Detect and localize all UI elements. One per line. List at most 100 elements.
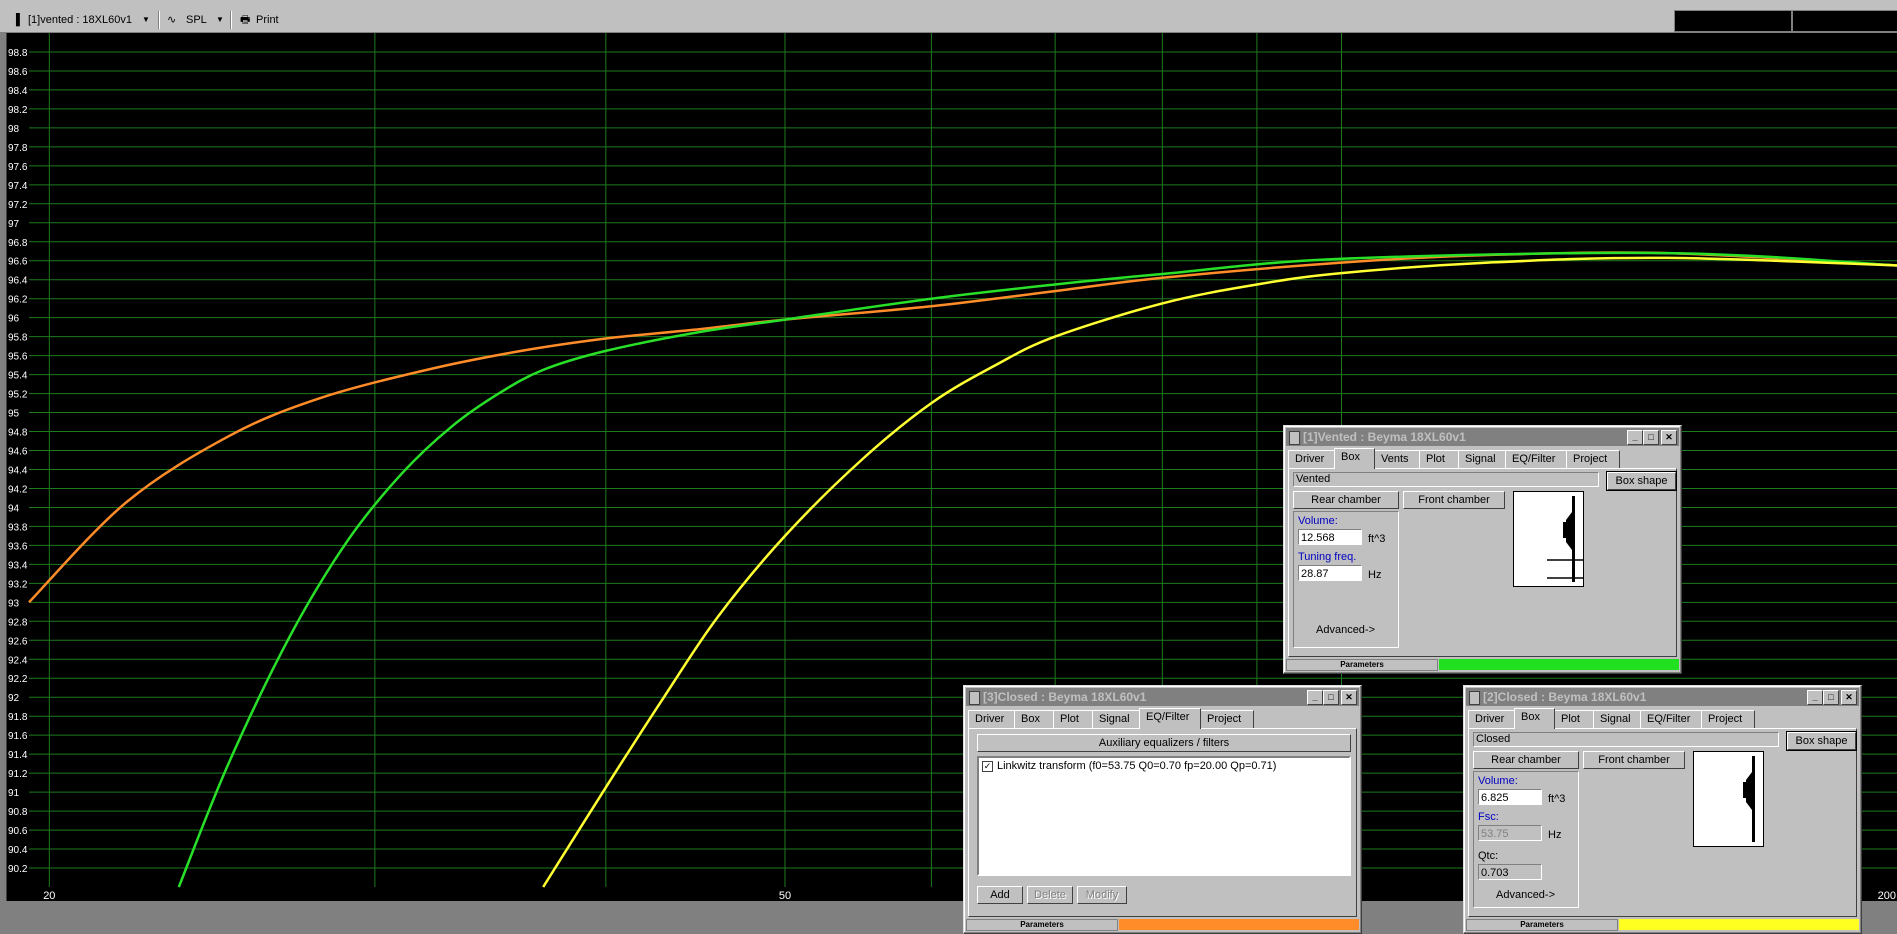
y-tick-label: 96.2 — [8, 295, 28, 306]
y-tick-label: 97.2 — [8, 200, 28, 211]
window-icon — [969, 691, 980, 705]
tab-box[interactable]: Box — [1014, 710, 1054, 728]
vented-box-svg — [1547, 496, 1583, 582]
y-tick-label: 94.4 — [8, 465, 28, 476]
filter-list[interactable]: ✓ Linkwitz transform (f0=53.75 Q0=0.70 f… — [977, 756, 1351, 876]
front-chamber-button[interactable]: Front chamber — [1583, 751, 1685, 769]
y-tick-label: 95.4 — [8, 371, 28, 382]
y-tick-label: 97.6 — [8, 162, 28, 173]
print-button[interactable]: Print — [256, 11, 286, 29]
advanced-link[interactable]: Advanced-> — [1316, 624, 1375, 636]
maximize-icon[interactable]: □ — [1643, 430, 1659, 445]
y-tick-label: 96.8 — [8, 238, 28, 249]
window-icon — [1289, 431, 1300, 445]
tab-box[interactable]: Box — [1334, 448, 1375, 469]
tab-eq-filter[interactable]: EQ/Filter — [1640, 710, 1702, 728]
volume-unit: ft^3 — [1548, 793, 1566, 805]
volume-input[interactable]: 12.568 — [1298, 529, 1362, 545]
front-chamber-button[interactable]: Front chamber — [1403, 491, 1505, 509]
tab-project[interactable]: Project — [1566, 450, 1620, 468]
y-tick-label: 91.8 — [8, 712, 28, 723]
volume-input[interactable]: 6.825 — [1478, 789, 1542, 805]
tab-vents[interactable]: Vents — [1374, 450, 1420, 468]
filter-checkbox[interactable]: ✓ — [982, 761, 993, 772]
window-title: [1]Vented : Beyma 18XL60v1 — [1303, 430, 1466, 444]
y-tick-label: 97.8 — [8, 143, 28, 154]
plot-select[interactable]: SPL — [186, 11, 214, 29]
closed3-window-titlebar[interactable]: [3]Closed : Beyma 18XL60v1 _ □ ✕ — [966, 688, 1359, 706]
tab-signal[interactable]: Signal — [1458, 450, 1506, 468]
rear-chamber-button[interactable]: Rear chamber — [1473, 751, 1579, 769]
tab-driver[interactable]: Driver — [1468, 710, 1515, 728]
delete-button[interactable]: Delete — [1027, 886, 1073, 904]
close-icon[interactable]: ✕ — [1661, 430, 1677, 445]
y-tick-label: 96.4 — [8, 276, 28, 287]
y-tick-label: 93.4 — [8, 560, 28, 571]
y-tick-label: 91.6 — [8, 731, 28, 742]
x-tick-label: 200 — [1878, 890, 1896, 901]
readout-box — [1792, 10, 1897, 32]
modify-button[interactable]: Modify — [1077, 886, 1127, 904]
y-tick-label: 94.8 — [8, 428, 28, 439]
tab-plot[interactable]: Plot — [1419, 450, 1459, 468]
y-tick-label: 95 — [8, 409, 20, 420]
tab-signal[interactable]: Signal — [1092, 710, 1140, 728]
y-tick-label: 90.4 — [8, 845, 28, 856]
chevron-down-icon[interactable]: ▼ — [215, 13, 225, 27]
parameters-label: Parameters — [1286, 659, 1438, 671]
tab-box[interactable]: Box — [1514, 708, 1555, 729]
tab-eq-filter[interactable]: EQ/Filter — [1505, 450, 1567, 468]
y-tick-label: 98.2 — [8, 105, 28, 116]
x-tick-label: 20 — [43, 890, 55, 901]
tab-plot[interactable]: Plot — [1053, 710, 1093, 728]
volume-label: Volume: — [1478, 775, 1518, 787]
parameters-label: Parameters — [1466, 919, 1618, 931]
status-bar: Parameters — [966, 919, 1359, 931]
tuning-freq-unit: Hz — [1368, 569, 1382, 581]
x-tick-label: 50 — [779, 890, 791, 901]
box-shape-button[interactable]: Box shape — [1786, 731, 1857, 751]
maximize-icon[interactable]: □ — [1323, 690, 1339, 705]
tuning-freq-input[interactable]: 28.87 — [1298, 565, 1362, 581]
y-tick-label: 95.6 — [8, 352, 28, 363]
add-button[interactable]: Add — [977, 886, 1023, 904]
fsc-label: Fsc: — [1478, 811, 1499, 823]
tab-plot[interactable]: Plot — [1554, 710, 1594, 728]
list-item[interactable]: Linkwitz transform (f0=53.75 Q0=0.70 fp=… — [997, 760, 1276, 772]
qtc-label: Qtc: — [1478, 850, 1499, 862]
vented-window-titlebar[interactable]: [1]Vented : Beyma 18XL60v1 _ □ ✕ — [1286, 428, 1679, 446]
close-icon[interactable]: ✕ — [1341, 690, 1357, 705]
minimize-icon[interactable]: _ — [1627, 430, 1643, 445]
y-tick-label: 94 — [8, 503, 20, 514]
advanced-link[interactable]: Advanced-> — [1496, 889, 1555, 901]
closed2-window: [2]Closed : Beyma 18XL60v1 _ □ ✕ Driver … — [1463, 685, 1862, 934]
close-icon[interactable]: ✕ — [1841, 690, 1857, 705]
minimize-icon[interactable]: _ — [1307, 690, 1323, 705]
tab-signal[interactable]: Signal — [1593, 710, 1641, 728]
maximize-icon[interactable]: □ — [1823, 690, 1839, 705]
closed2-window-titlebar[interactable]: [2]Closed : Beyma 18XL60v1 _ □ ✕ — [1466, 688, 1859, 706]
driver-icon: ▐ — [12, 14, 20, 26]
box-panel: Vented Box shape Rear chamber Front cham… — [1288, 468, 1677, 657]
tab-driver[interactable]: Driver — [968, 710, 1015, 728]
tab-eq-filter[interactable]: EQ/Filter — [1139, 708, 1201, 729]
status-bar: Parameters — [1466, 919, 1859, 931]
chevron-down-icon[interactable]: ▼ — [141, 13, 151, 27]
tuning-freq-label: Tuning freq. — [1298, 551, 1357, 563]
auxiliary-filters-button[interactable]: Auxiliary equalizers / filters — [977, 734, 1351, 752]
y-tick-label: 90.8 — [8, 807, 28, 818]
sine-wave-icon: ∿ — [167, 14, 177, 26]
tab-driver[interactable]: Driver — [1288, 450, 1335, 468]
box-shape-button[interactable]: Box shape — [1606, 471, 1677, 491]
box-type-field: Closed — [1473, 732, 1779, 747]
y-tick-label: 95.2 — [8, 390, 28, 401]
y-tick-label: 93.8 — [8, 522, 28, 533]
minimize-icon[interactable]: _ — [1807, 690, 1823, 705]
y-tick-label: 98 — [8, 124, 20, 135]
rear-chamber-button[interactable]: Rear chamber — [1293, 491, 1399, 509]
driver-select[interactable]: [1]vented : 18XL60v1 — [28, 11, 140, 29]
tab-project[interactable]: Project — [1701, 710, 1755, 728]
y-tick-label: 90.6 — [8, 826, 28, 837]
box-panel: Closed Box shape Rear chamber Front cham… — [1468, 728, 1857, 917]
tab-project[interactable]: Project — [1200, 710, 1254, 728]
